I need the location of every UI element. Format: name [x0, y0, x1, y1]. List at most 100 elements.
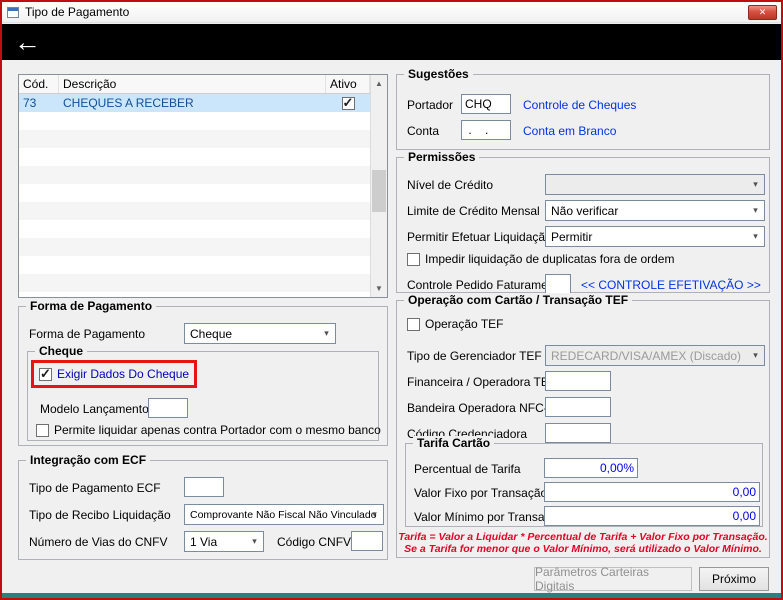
percentual-tarifa-input[interactable]: [544, 458, 638, 478]
empty-row: [19, 130, 370, 148]
controle-efetivacao-link[interactable]: << CONTROLE EFETIVAÇÃO >>: [581, 278, 761, 292]
controle-pedido-label: Controle Pedido Faturamento: [407, 278, 565, 292]
app-icon: [7, 6, 19, 18]
tipo-recibo-combo-value: Comprovante Não Fiscal Não Vinculado: [190, 508, 377, 521]
tarifa-cartao-group-title: Tarifa Cartão: [413, 436, 495, 450]
grid-header: Cód. Descrição Ativo: [19, 75, 370, 94]
portador-input[interactable]: [461, 94, 511, 114]
sugestoes-group-title: Sugestões: [404, 67, 473, 81]
empty-row: [19, 148, 370, 166]
empty-row: [19, 112, 370, 130]
integracao-ecf-group: Integração com ECF Tipo de Pagamento ECF…: [18, 453, 388, 560]
portador-label: Portador: [407, 98, 454, 112]
empty-row: [19, 220, 370, 238]
valor-fixo-label: Valor Fixo por Transação: [414, 486, 548, 500]
grid-header-descricao[interactable]: Descrição: [59, 75, 326, 93]
gerenciador-tef-label: Tipo de Gerenciador TEF: [407, 349, 542, 363]
exigir-dados-checkbox[interactable]: [39, 366, 52, 382]
toolbar: ←: [2, 24, 781, 60]
grid-header-cod[interactable]: Cód.: [19, 75, 59, 93]
gerenciador-tef-combo-value: REDECARD/VISA/AMEX (Discado): [551, 348, 742, 363]
bandeira-nfce-input[interactable]: [545, 397, 611, 417]
empty-row: [19, 274, 370, 292]
exigir-dados-row[interactable]: Exigir Dados Do Cheque: [39, 366, 190, 382]
limite-credito-combo[interactable]: Não verificar: [545, 200, 765, 221]
empty-row: [19, 238, 370, 256]
codigo-cnfv-label: Código CNFV: [277, 535, 352, 549]
grid-scrollbar[interactable]: ▲ ▼: [370, 75, 387, 297]
financeira-tef-input[interactable]: [545, 371, 611, 391]
integracao-ecf-group-title: Integração com ECF: [26, 453, 151, 467]
parametros-carteiras-button-label: Parâmetros Carteiras Digitais: [535, 565, 650, 593]
scrollbar-thumb[interactable]: [372, 170, 386, 212]
forma-pagamento-group: Forma de Pagamento Forma de Pagamento Ch…: [18, 299, 388, 446]
tipo-pagamento-ecf-label: Tipo de Pagamento ECF: [29, 481, 161, 495]
codigo-credenciadora-input[interactable]: [545, 423, 611, 443]
valor-fixo-input[interactable]: [544, 482, 760, 502]
close-button[interactable]: ✕: [748, 4, 777, 20]
permissoes-group: Permissões Nível de Crédito Limite de Cr…: [396, 150, 770, 294]
limite-credito-label: Limite de Crédito Mensal: [407, 204, 540, 218]
permite-liquidar-row[interactable]: Permite liquidar apenas contra Portador …: [36, 423, 381, 437]
forma-pagamento-label: Forma de Pagamento: [29, 327, 146, 341]
controle-pedido-input[interactable]: [545, 274, 571, 294]
bandeira-nfce-label: Bandeira Operadora NFC-e: [407, 401, 555, 415]
scroll-down-icon[interactable]: ▼: [371, 280, 387, 297]
chevron-down-icon: [748, 228, 763, 245]
percentual-tarifa-label: Percentual de Tarifa: [414, 462, 521, 476]
valor-minimo-input[interactable]: [544, 506, 760, 526]
tipo-recibo-combo[interactable]: Comprovante Não Fiscal Não Vinculado: [184, 504, 384, 525]
proximo-button-label: Próximo: [711, 572, 756, 586]
window-title: Tipo de Pagamento: [25, 5, 130, 19]
forma-pagamento-combo-value: Cheque: [190, 326, 233, 341]
gerenciador-tef-combo: REDECARD/VISA/AMEX (Discado): [545, 345, 765, 366]
operacao-tef-row[interactable]: Operação TEF: [407, 317, 503, 331]
empty-row: [19, 202, 370, 220]
permitir-liquidacao-combo[interactable]: Permitir: [545, 226, 765, 247]
vias-cnfv-label: Número de Vias do CNFV: [29, 535, 168, 549]
operacao-tef-checkbox[interactable]: [407, 317, 420, 331]
close-icon: ✕: [758, 6, 767, 17]
conta-em-branco-link[interactable]: Conta em Branco: [523, 124, 616, 138]
chevron-down-icon: [748, 202, 763, 219]
nivel-credito-combo: [545, 174, 765, 195]
empty-row: [19, 292, 370, 297]
limite-credito-combo-value: Não verificar: [551, 203, 619, 218]
modelo-lancamento-label: Modelo Lançamento: [40, 402, 149, 416]
financeira-tef-label: Financeira / Operadora TEF: [407, 375, 557, 389]
ativo-checkbox[interactable]: [341, 95, 355, 111]
sugestoes-group: Sugestões Portador Controle de Cheques C…: [396, 67, 770, 150]
forma-pagamento-group-title: Forma de Pagamento: [26, 299, 157, 313]
forma-pagamento-combo[interactable]: Cheque: [184, 323, 336, 344]
valor-minimo-label: Valor Mínimo por Transação: [414, 510, 564, 524]
grid-header-ativo[interactable]: Ativo: [326, 75, 370, 93]
codigo-cnfv-input[interactable]: [351, 531, 383, 551]
table-row[interactable]: 73 CHEQUES A RECEBER: [19, 94, 370, 112]
modelo-lancamento-input[interactable]: [148, 398, 188, 418]
title-bar[interactable]: Tipo de Pagamento ✕: [2, 2, 781, 23]
cartao-tef-group: Operação com Cartão / Transação TEF Oper…: [396, 293, 770, 558]
impedir-liquidacao-checkbox[interactable]: [407, 252, 420, 266]
conta-input[interactable]: [461, 120, 511, 140]
tarifa-note-line1: Tarifa = Valor a Liquidar * Percentual d…: [398, 531, 768, 543]
impedir-liquidacao-row[interactable]: Impedir liquidação de duplicatas fora de…: [407, 252, 674, 266]
vias-cnfv-combo-value: 1 Via: [190, 534, 218, 549]
chevron-down-icon: [748, 347, 763, 364]
back-button[interactable]: ←: [14, 25, 41, 59]
vias-cnfv-combo[interactable]: 1 Via: [184, 531, 264, 552]
tipo-pagamento-ecf-input[interactable]: [184, 477, 224, 497]
conta-label: Conta: [407, 124, 440, 138]
chevron-down-icon: [247, 533, 262, 550]
permitir-liquidacao-combo-value: Permitir: [551, 229, 593, 244]
nivel-credito-label: Nível de Crédito: [407, 178, 494, 192]
cell-ativo: [326, 95, 370, 111]
exigir-dados-label: Exigir Dados Do Cheque: [57, 367, 190, 381]
permite-liquidar-checkbox[interactable]: [36, 423, 49, 437]
proximo-button[interactable]: Próximo: [699, 567, 769, 591]
scroll-up-icon[interactable]: ▲: [371, 75, 387, 92]
permite-liquidar-label: Permite liquidar apenas contra Portador …: [54, 423, 381, 437]
controle-cheques-link[interactable]: Controle de Cheques: [523, 98, 636, 112]
tipo-recibo-label: Tipo de Recibo Liquidação: [29, 508, 171, 522]
cell-descricao: CHEQUES A RECEBER: [63, 96, 194, 110]
empty-row: [19, 256, 370, 274]
